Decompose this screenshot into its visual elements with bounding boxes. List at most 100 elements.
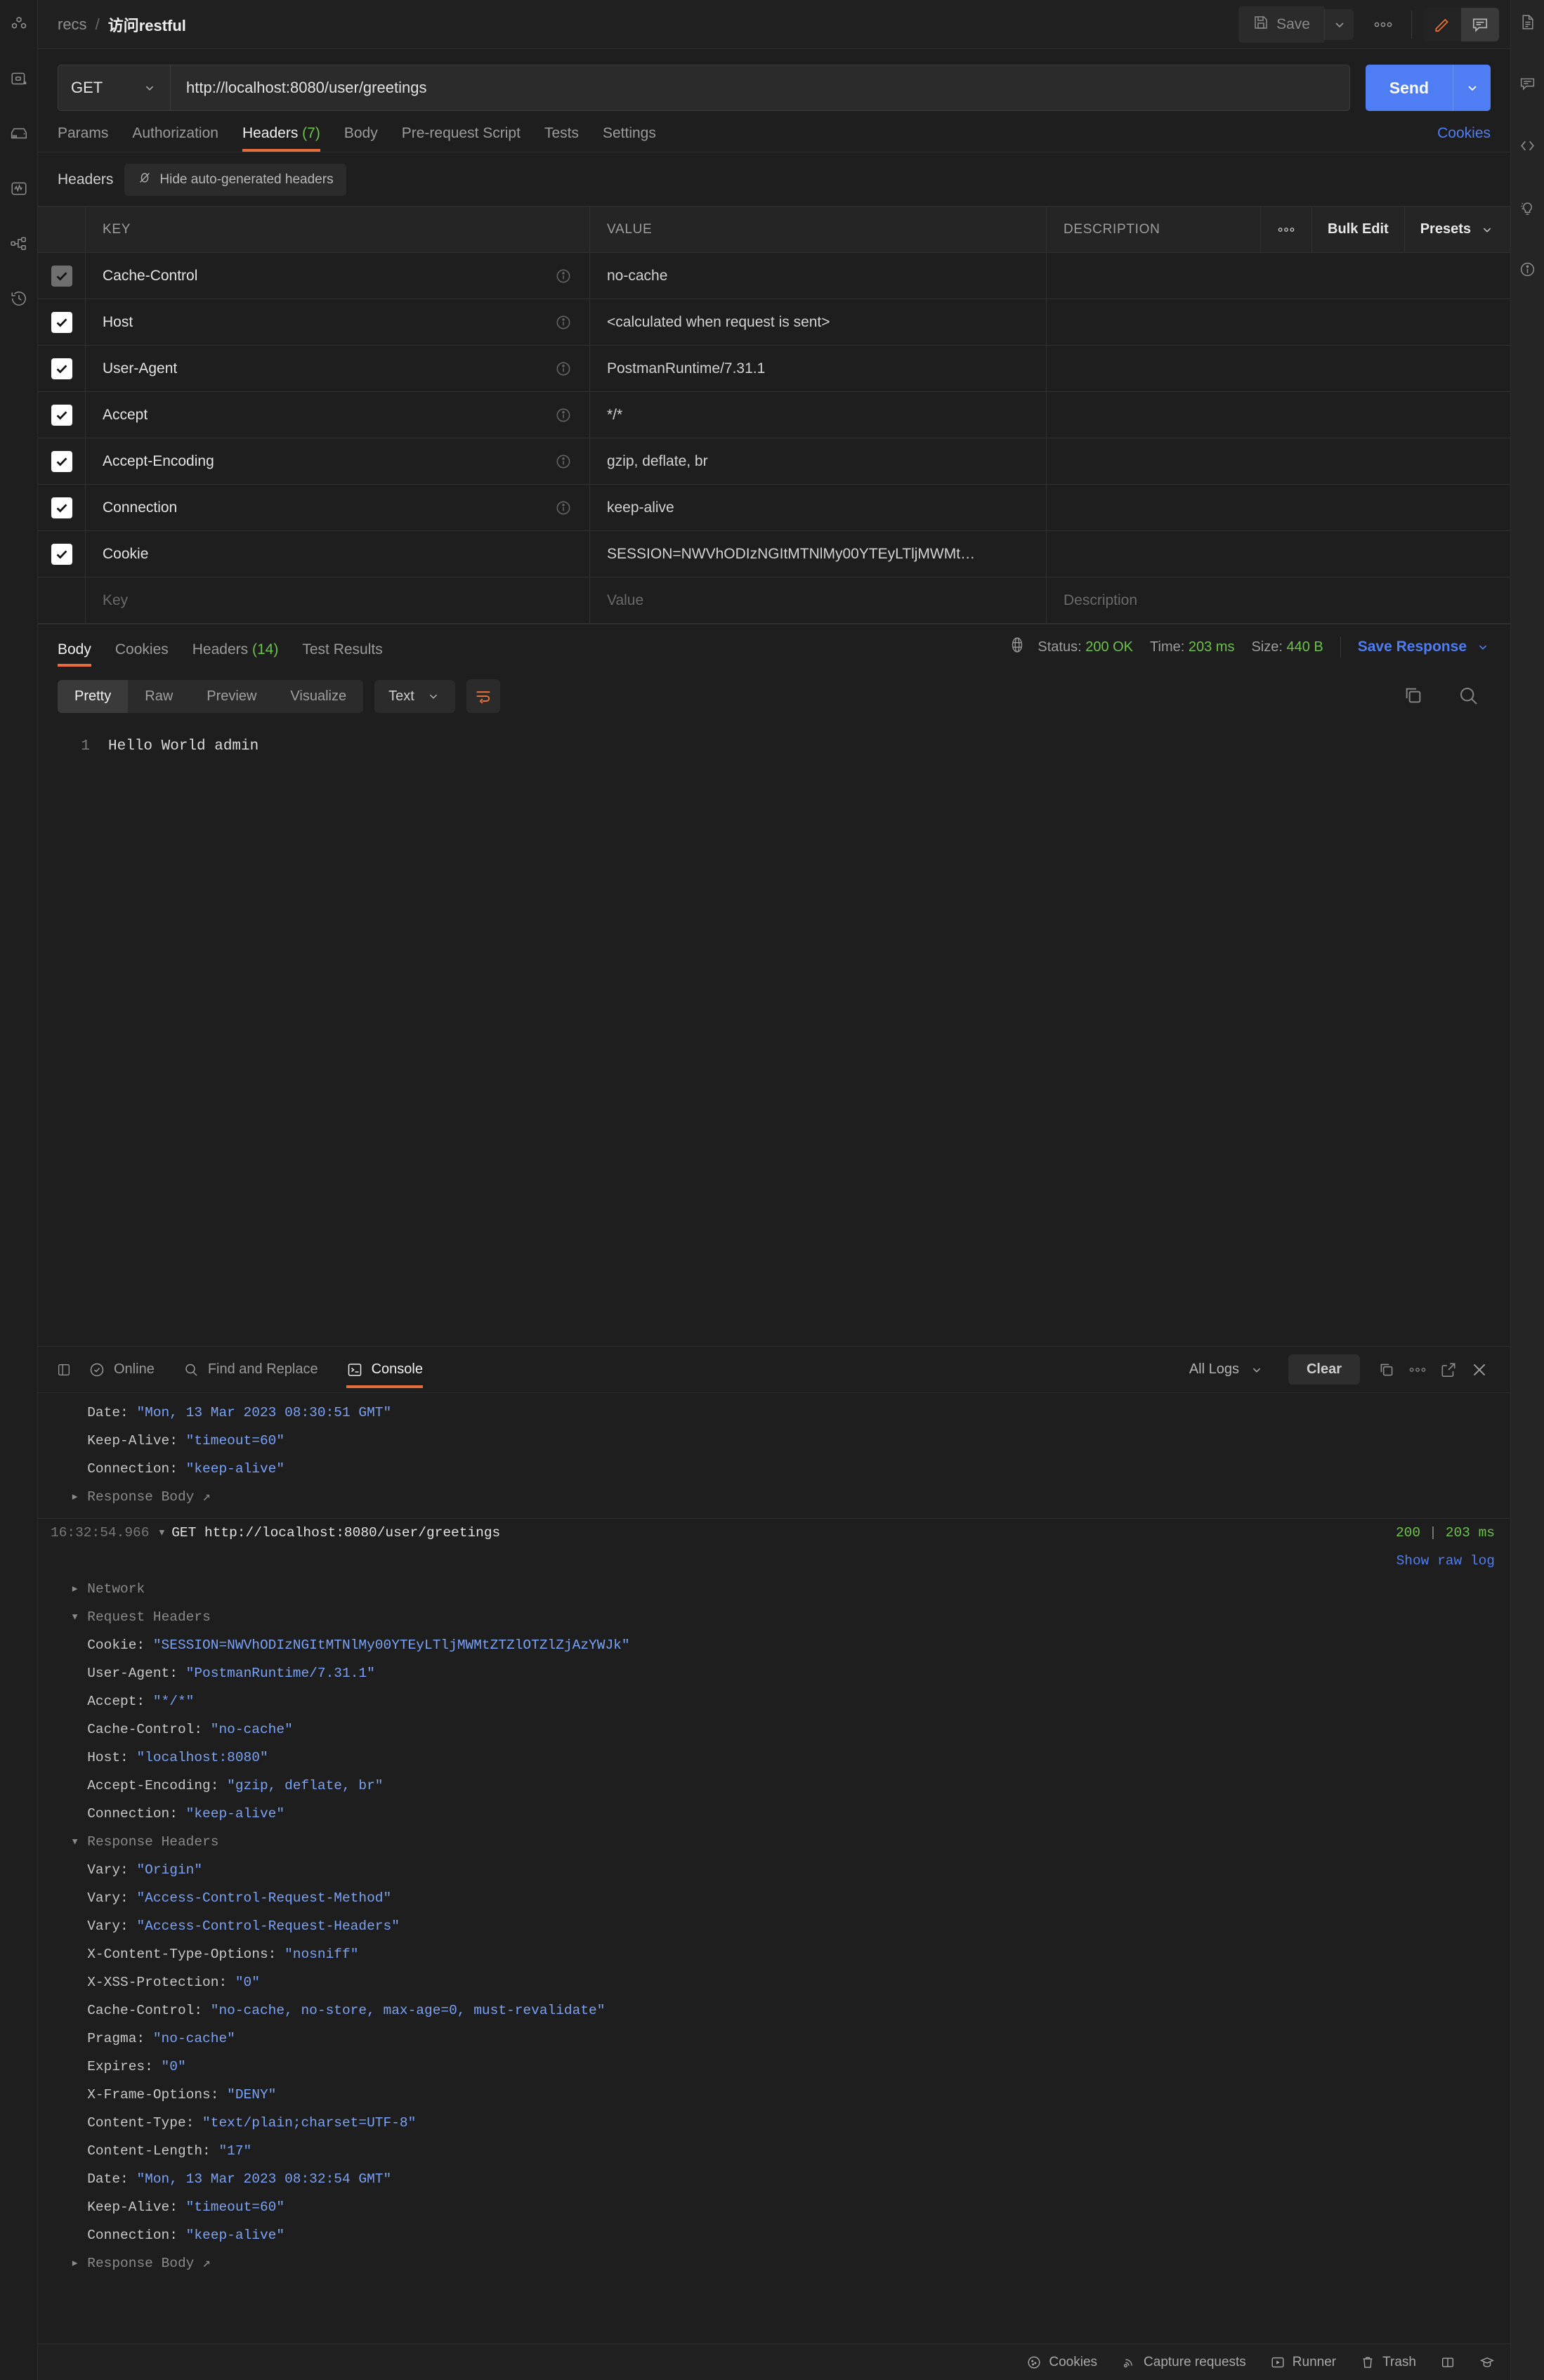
cookies-link[interactable]: Cookies [1437, 125, 1491, 152]
info-icon[interactable] [554, 499, 573, 517]
capture-requests-button[interactable]: Capture requests [1121, 2355, 1246, 2370]
presets-button[interactable]: Presets [1404, 207, 1510, 252]
search-icon[interactable] [1457, 684, 1481, 708]
new-row-description-input[interactable]: Description [1047, 577, 1510, 623]
log-section-response-headers[interactable]: ▾ Response Headers [38, 1828, 1510, 1856]
edit-mode-button[interactable] [1423, 7, 1461, 41]
header-description-cell[interactable] [1047, 438, 1510, 484]
header-enabled-checkbox[interactable] [38, 531, 86, 577]
header-description-cell[interactable] [1047, 346, 1510, 391]
new-row-key-input[interactable]: Key [86, 577, 590, 623]
response-tab-body[interactable]: Body [58, 641, 91, 667]
header-description-cell[interactable] [1047, 531, 1510, 577]
hide-auto-generated-headers-button[interactable]: Hide auto-generated headers [124, 164, 346, 196]
info-icon[interactable] [1516, 257, 1540, 281]
tab-body[interactable]: Body [344, 125, 378, 152]
header-key-cell[interactable]: Accept [86, 392, 590, 438]
flows-icon[interactable] [7, 232, 31, 256]
console-tab[interactable]: Console [332, 1347, 437, 1392]
header-value-cell[interactable]: PostmanRuntime/7.31.1 [590, 346, 1047, 391]
view-mode-pretty[interactable]: Pretty [58, 679, 129, 713]
table-row[interactable]: Cookie SESSION=NWVhODIzNGItMTNlMy00YTEyLT… [38, 531, 1510, 577]
documentation-icon[interactable] [1516, 10, 1540, 34]
history-icon[interactable] [7, 287, 31, 310]
header-description-cell[interactable] [1047, 485, 1510, 530]
tab-params[interactable]: Params [58, 125, 108, 152]
log-section-request-headers[interactable]: ▾ Request Headers [38, 1603, 1510, 1631]
code-icon[interactable] [1516, 133, 1540, 157]
url-input[interactable]: http://localhost:8080/user/greetings [170, 65, 1350, 111]
header-enabled-checkbox[interactable] [38, 392, 86, 438]
tab-pre-request-script[interactable]: Pre-request Script [402, 125, 521, 152]
table-row[interactable]: Accept */* [38, 392, 1510, 438]
new-row-value-input[interactable]: Value [590, 577, 1047, 623]
header-enabled-checkbox[interactable] [38, 253, 86, 299]
info-icon[interactable] [554, 406, 573, 424]
console-more-button[interactable] [1402, 1354, 1433, 1385]
save-dropdown-button[interactable] [1324, 8, 1354, 40]
breadcrumb-root[interactable]: recs [58, 15, 87, 34]
apis-icon[interactable] [7, 67, 31, 91]
lightbulb-icon[interactable] [1516, 195, 1540, 219]
send-button[interactable]: Send [1365, 65, 1453, 111]
tab-tests[interactable]: Tests [544, 125, 579, 152]
bulk-edit-button[interactable]: Bulk Edit [1311, 207, 1404, 252]
header-enabled-checkbox[interactable] [38, 485, 86, 530]
header-value-cell[interactable]: <calculated when request is sent> [590, 299, 1047, 345]
show-raw-log-link[interactable]: Show raw log [38, 1547, 1510, 1575]
header-value-cell[interactable]: SESSION=NWVhODIzNGItMTNlMy00YTEyLTljMWMt… [590, 531, 1047, 577]
info-icon[interactable] [554, 360, 573, 378]
header-value-cell[interactable]: gzip, deflate, br [590, 438, 1047, 484]
help-button[interactable] [1479, 2355, 1495, 2370]
header-description-cell[interactable] [1047, 392, 1510, 438]
header-key-cell[interactable]: Cookie [86, 531, 590, 577]
header-key-cell[interactable]: Host [86, 299, 590, 345]
tab-settings[interactable]: Settings [603, 125, 656, 152]
header-key-cell[interactable]: Connection [86, 485, 590, 530]
headers-new-row[interactable]: Key Value Description [38, 577, 1510, 624]
send-dropdown-button[interactable] [1453, 65, 1491, 111]
table-row[interactable]: Host <calculated when request is sent> [38, 299, 1510, 346]
breadcrumb-current[interactable]: 访问restful [108, 13, 186, 36]
log-section-response-body[interactable]: ▸ Response Body ↗ [38, 2249, 1510, 2277]
header-enabled-checkbox[interactable] [38, 346, 86, 391]
response-tab-test-results[interactable]: Test Results [302, 641, 382, 667]
table-row[interactable]: Accept-Encoding gzip, deflate, br [38, 438, 1510, 485]
cookies-button[interactable]: Cookies [1026, 2355, 1097, 2370]
tab-headers[interactable]: Headers (7) [242, 125, 320, 152]
comment-mode-button[interactable] [1461, 8, 1499, 41]
table-row[interactable]: Cache-Control no-cache [38, 253, 1510, 299]
header-key-cell[interactable]: Accept-Encoding [86, 438, 590, 484]
copy-icon[interactable] [1371, 1354, 1402, 1385]
request-more-button[interactable] [1366, 9, 1400, 40]
open-in-new-window-icon[interactable] [1433, 1354, 1464, 1385]
info-icon[interactable] [554, 313, 573, 332]
header-value-cell[interactable]: */* [590, 392, 1047, 438]
save-response-button[interactable]: Save Response [1358, 639, 1491, 655]
method-select[interactable]: GET [58, 65, 170, 111]
header-value-cell[interactable]: no-cache [590, 253, 1047, 299]
environments-icon[interactable] [7, 122, 31, 146]
view-mode-visualize[interactable]: Visualize [273, 680, 363, 713]
view-mode-raw[interactable]: Raw [128, 680, 190, 713]
caret-down-icon[interactable]: ▾ [149, 1519, 171, 1547]
log-section-response-body[interactable]: ▸ Response Body ↗ [38, 1483, 1510, 1511]
layout-toggle-button[interactable] [1440, 2355, 1455, 2370]
save-button[interactable]: Save [1238, 6, 1324, 43]
header-value-cell[interactable]: keep-alive [590, 485, 1047, 530]
header-description-cell[interactable] [1047, 299, 1510, 345]
headers-more-button[interactable] [1260, 207, 1311, 252]
copy-icon[interactable] [1402, 684, 1426, 708]
info-icon[interactable] [554, 452, 573, 471]
sidebar-toggle-icon[interactable] [53, 1362, 74, 1378]
collections-icon[interactable] [7, 13, 31, 37]
response-tab-cookies[interactable]: Cookies [115, 641, 169, 667]
wrap-lines-button[interactable] [466, 679, 500, 713]
status-online[interactable]: Online [74, 1347, 169, 1392]
tab-authorization[interactable]: Authorization [132, 125, 218, 152]
header-enabled-checkbox[interactable] [38, 438, 86, 484]
find-and-replace-button[interactable]: Find and Replace [169, 1347, 332, 1392]
monitors-icon[interactable] [7, 177, 31, 201]
log-section-network[interactable]: ▸ Network [38, 1575, 1510, 1603]
response-tab-headers[interactable]: Headers (14) [192, 641, 279, 667]
